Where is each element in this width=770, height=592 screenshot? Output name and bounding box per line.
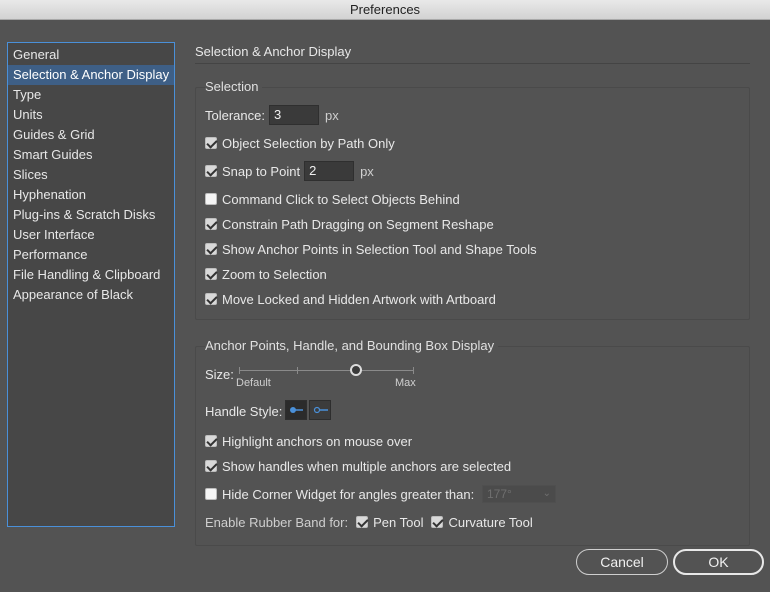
constrain-path-label: Constrain Path Dragging on Segment Resha… xyxy=(222,216,494,232)
sidebar-item-smart-guides[interactable]: Smart Guides xyxy=(8,145,174,165)
sidebar-item-guides-grid[interactable]: Guides & Grid xyxy=(8,125,174,145)
sidebar-item-appearance-of-black[interactable]: Appearance of Black xyxy=(8,285,174,305)
hide-corner-widget-label: Hide Corner Widget for angles greater th… xyxy=(222,486,475,502)
handle-style-hollow-icon xyxy=(313,406,328,414)
handle-style-solid-button[interactable] xyxy=(285,400,307,420)
move-locked-checkbox[interactable] xyxy=(205,293,217,305)
preferences-sidebar: General Selection & Anchor Display Type … xyxy=(7,42,175,527)
show-anchor-points-label: Show Anchor Points in Selection Tool and… xyxy=(222,241,537,257)
object-selection-checkbox[interactable] xyxy=(205,137,217,149)
rubber-band-label: Enable Rubber Band for: xyxy=(205,514,349,530)
window-title: Preferences xyxy=(0,0,770,20)
handle-style-label: Handle Style: xyxy=(205,404,283,419)
sidebar-item-user-interface[interactable]: User Interface xyxy=(8,225,174,245)
tolerance-input[interactable]: 3 xyxy=(268,105,319,125)
selection-group-title: Selection xyxy=(205,79,263,94)
sidebar-item-selection-anchor-display[interactable]: Selection & Anchor Display xyxy=(8,65,174,85)
tolerance-unit: px xyxy=(324,107,339,123)
show-handles-row[interactable]: Show handles when multiple anchors are s… xyxy=(205,458,512,474)
highlight-anchors-checkbox[interactable] xyxy=(205,435,217,447)
sidebar-item-slices[interactable]: Slices xyxy=(8,165,174,185)
tolerance-label: Tolerance: xyxy=(205,107,265,123)
zoom-to-selection-label: Zoom to Selection xyxy=(222,266,327,282)
cancel-button[interactable]: Cancel xyxy=(576,549,668,575)
size-label: Size: xyxy=(205,367,234,382)
snap-to-point-label: Snap to Point xyxy=(222,163,301,179)
object-selection-row[interactable]: Object Selection by Path Only xyxy=(205,135,395,151)
size-max-label: Max xyxy=(395,377,416,389)
hide-corner-widget-checkbox[interactable] xyxy=(205,488,217,500)
highlight-anchors-label: Highlight anchors on mouse over xyxy=(222,433,413,449)
handle-style-hollow-button[interactable] xyxy=(309,400,331,420)
chevron-down-icon: ⌄ xyxy=(542,488,551,499)
move-locked-row[interactable]: Move Locked and Hidden Artwork with Artb… xyxy=(205,291,496,307)
sidebar-item-performance[interactable]: Performance xyxy=(8,245,174,265)
constrain-path-row[interactable]: Constrain Path Dragging on Segment Resha… xyxy=(205,216,494,232)
tolerance-row: Tolerance: 3 px xyxy=(205,105,339,125)
size-slider-tick xyxy=(413,367,414,374)
command-click-label: Command Click to Select Objects Behind xyxy=(222,191,460,207)
command-click-row[interactable]: Command Click to Select Objects Behind xyxy=(205,191,460,207)
show-anchor-points-checkbox[interactable] xyxy=(205,243,217,255)
sidebar-item-units[interactable]: Units xyxy=(8,105,174,125)
show-handles-checkbox[interactable] xyxy=(205,460,217,472)
sidebar-item-type[interactable]: Type xyxy=(8,85,174,105)
command-click-checkbox[interactable] xyxy=(205,193,217,205)
ok-button[interactable]: OK xyxy=(673,549,764,575)
object-selection-label: Object Selection by Path Only xyxy=(222,135,395,151)
hide-corner-widget-row[interactable]: Hide Corner Widget for angles greater th… xyxy=(205,486,475,502)
pen-tool-label: Pen Tool xyxy=(373,514,424,530)
snap-to-point-unit: px xyxy=(360,163,374,179)
size-slider-tick xyxy=(239,367,240,374)
anchor-display-group-title: Anchor Points, Handle, and Bounding Box … xyxy=(205,338,499,353)
handle-style-solid-icon xyxy=(290,407,303,413)
curvature-tool-label: Curvature Tool xyxy=(448,514,533,530)
zoom-to-selection-checkbox[interactable] xyxy=(205,268,217,280)
pen-tool-checkbox[interactable] xyxy=(356,516,369,528)
sidebar-item-plugins-scratch-disks[interactable]: Plug-ins & Scratch Disks xyxy=(8,205,174,225)
sidebar-item-general[interactable]: General xyxy=(8,45,174,65)
corner-angle-select[interactable]: 177° ⌄ xyxy=(482,485,556,503)
snap-to-point-checkbox[interactable] xyxy=(205,165,217,177)
size-min-label: Default xyxy=(236,377,271,389)
highlight-anchors-row[interactable]: Highlight anchors on mouse over xyxy=(205,433,413,449)
sidebar-item-hyphenation[interactable]: Hyphenation xyxy=(8,185,174,205)
show-handles-label: Show handles when multiple anchors are s… xyxy=(222,458,512,474)
snap-to-point-input[interactable]: 2 xyxy=(304,161,355,181)
zoom-to-selection-row[interactable]: Zoom to Selection xyxy=(205,266,327,282)
snap-to-point-row: Snap to Point 2 px xyxy=(205,161,374,181)
corner-angle-value: 177° xyxy=(487,487,512,501)
sidebar-item-file-handling-clipboard[interactable]: File Handling & Clipboard xyxy=(8,265,174,285)
section-divider xyxy=(195,63,750,64)
rubber-band-row: Enable Rubber Band for: Pen Tool Curvatu… xyxy=(205,514,533,530)
curvature-tool-checkbox[interactable] xyxy=(431,516,444,528)
constrain-path-checkbox[interactable] xyxy=(205,218,217,230)
move-locked-label: Move Locked and Hidden Artwork with Artb… xyxy=(222,291,496,307)
show-anchor-points-row[interactable]: Show Anchor Points in Selection Tool and… xyxy=(205,241,537,257)
size-slider-tick xyxy=(297,367,298,374)
section-title: Selection & Anchor Display xyxy=(195,44,352,59)
size-slider-track[interactable] xyxy=(239,370,414,371)
